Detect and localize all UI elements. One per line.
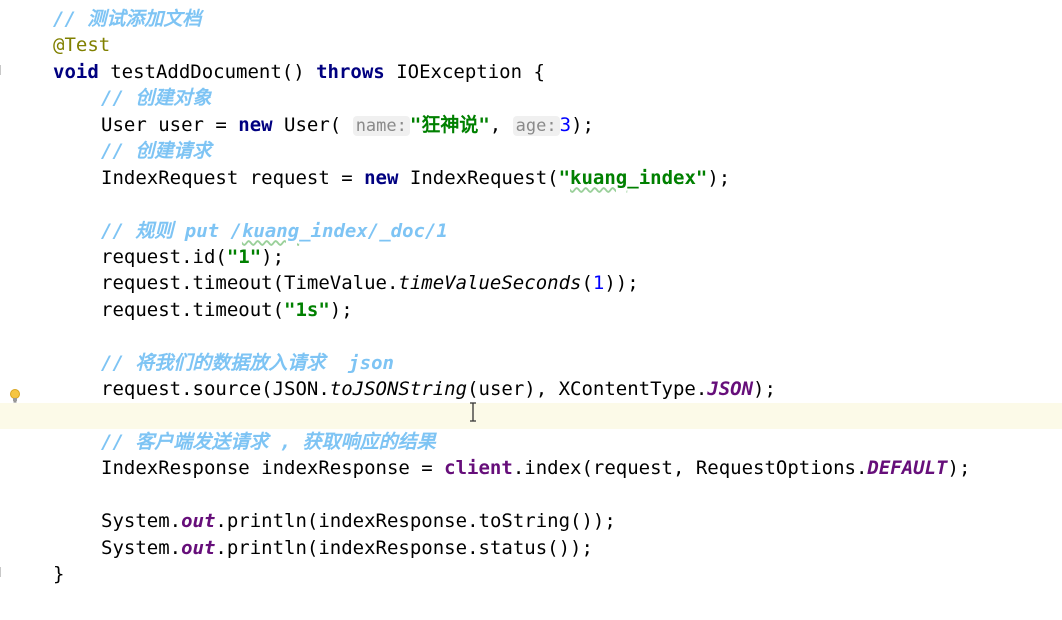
code-text: ); bbox=[707, 166, 731, 189]
comment: // 规则 put / bbox=[101, 219, 242, 242]
static-field: out bbox=[181, 536, 216, 559]
code-line-18[interactable]: IndexResponse indexResponse = client.ind… bbox=[53, 455, 1062, 481]
code-line-11[interactable]: request.timeout(TimeValue.timeValueSecon… bbox=[53, 270, 1062, 296]
code-line-14[interactable]: // 将我们的数据放入请求 json bbox=[53, 350, 1062, 376]
comment: // 客户端发送请求 , 获取响应的结果 bbox=[101, 431, 436, 453]
code-text: ); bbox=[947, 457, 971, 480]
code-line-6[interactable]: // 创建请求 bbox=[53, 138, 1062, 164]
code-text: ); bbox=[261, 245, 285, 268]
code-line-19[interactable] bbox=[53, 482, 1062, 508]
code-text: , bbox=[489, 113, 513, 136]
code-text: User( bbox=[272, 113, 353, 136]
text-cursor-icon bbox=[470, 402, 476, 422]
code-text: System. bbox=[101, 536, 182, 559]
static-method: toJSONString bbox=[329, 378, 468, 401]
instance-field: client bbox=[444, 457, 513, 480]
comment: // 测试添加文档 bbox=[53, 8, 202, 30]
code-text: .println(indexResponse.status()); bbox=[215, 536, 593, 559]
code-line-21[interactable]: System.out.println(indexResponse.status(… bbox=[53, 535, 1062, 561]
code-line-15[interactable]: request.source(JSON.toJSONString(user), … bbox=[53, 376, 1062, 402]
code-line-3[interactable]: void testAddDocument() throws IOExceptio… bbox=[53, 59, 1062, 85]
keyword: new bbox=[364, 166, 399, 189]
code-text: request.timeout(TimeValue. bbox=[101, 272, 399, 295]
fold-marker-icon[interactable] bbox=[0, 567, 4, 577]
string-literal: "1" bbox=[226, 245, 262, 268]
code-line-1[interactable]: // 测试添加文档 bbox=[53, 6, 1062, 32]
fold-marker-icon[interactable] bbox=[0, 65, 4, 75]
code-text: .println(indexResponse.toString()); bbox=[215, 510, 616, 533]
closing-brace: } bbox=[53, 563, 65, 586]
code-line-4[interactable]: // 创建对象 bbox=[53, 85, 1062, 111]
code-text: ); bbox=[753, 378, 776, 401]
code-line-20[interactable]: System.out.println(indexResponse.toStrin… bbox=[53, 508, 1062, 534]
code-line-2[interactable]: @Test bbox=[53, 32, 1062, 58]
keyword: void bbox=[53, 60, 99, 83]
code-text: request.timeout( bbox=[101, 298, 285, 321]
code-line-12[interactable]: request.timeout("1s"); bbox=[53, 297, 1062, 323]
string-literal: _index" bbox=[627, 166, 708, 189]
code-line-17[interactable]: // 客户端发送请求 , 获取响应的结果 bbox=[53, 429, 1062, 455]
code-text: ); bbox=[571, 113, 594, 136]
string-literal: "狂神说" bbox=[409, 113, 490, 136]
static-field: DEFAULT bbox=[867, 457, 948, 480]
code-text: ); bbox=[329, 298, 353, 321]
comment-typo: kuang bbox=[241, 219, 300, 242]
number-literal: 1 bbox=[592, 272, 605, 295]
static-field: JSON bbox=[707, 378, 754, 401]
code-lines: // 测试添加文档 @Test void testAddDocument() t… bbox=[0, 6, 1062, 588]
code-text: (user), XContentType. bbox=[467, 378, 708, 401]
annotation: @Test bbox=[53, 34, 111, 57]
parameter-hint-name: name: bbox=[352, 115, 410, 136]
code-text: IndexRequest( bbox=[398, 166, 559, 189]
code-line-7[interactable]: IndexRequest request = new IndexRequest(… bbox=[53, 165, 1062, 191]
code-text: ( bbox=[581, 272, 593, 295]
code-text: request.id( bbox=[101, 245, 227, 268]
method-signature: testAddDocument() bbox=[98, 60, 317, 83]
code-line-22[interactable]: } bbox=[53, 561, 1062, 587]
string-literal: " bbox=[558, 166, 571, 189]
code-text: .index(request, RequestOptions. bbox=[512, 457, 868, 480]
string-literal-typo: kuang bbox=[570, 166, 628, 189]
code-text: System. bbox=[101, 510, 182, 533]
code-line-9[interactable]: // 规则 put /kuang_index/_doc/1 bbox=[53, 218, 1062, 244]
code-line-13[interactable] bbox=[53, 323, 1062, 349]
code-editor[interactable]: // 测试添加文档 @Test void testAddDocument() t… bbox=[0, 0, 1062, 620]
keyword: new bbox=[238, 113, 273, 136]
number-literal: 3 bbox=[559, 113, 572, 136]
comment: // 创建请求 bbox=[101, 140, 212, 163]
code-line-10[interactable]: request.id("1"); bbox=[53, 244, 1062, 270]
keyword: throws bbox=[316, 60, 385, 83]
comment: // 将我们的数据放入请求 json bbox=[101, 351, 394, 374]
code-text: )); bbox=[604, 272, 639, 295]
code-line-5[interactable]: User user = new User( name: "狂神说", age: 3)… bbox=[53, 112, 1062, 138]
editor-gutter[interactable] bbox=[0, 0, 34, 620]
code-text: IOException { bbox=[384, 60, 545, 83]
comment: _index/_doc/1 bbox=[299, 219, 448, 242]
code-line-8[interactable] bbox=[53, 191, 1062, 217]
code-text: IndexResponse indexResponse = bbox=[101, 457, 445, 480]
parameter-hint-age: age: bbox=[512, 115, 560, 136]
code-line-16-current[interactable] bbox=[0, 402, 1062, 429]
code-text: User user = bbox=[101, 113, 239, 136]
code-text: request.source(JSON. bbox=[101, 378, 330, 401]
static-method: timeValueSeconds bbox=[398, 272, 582, 295]
static-field: out bbox=[181, 510, 216, 533]
code-text: IndexRequest request = bbox=[101, 166, 365, 189]
comment: // 创建对象 bbox=[101, 87, 212, 110]
string-literal: "1s" bbox=[284, 298, 330, 321]
